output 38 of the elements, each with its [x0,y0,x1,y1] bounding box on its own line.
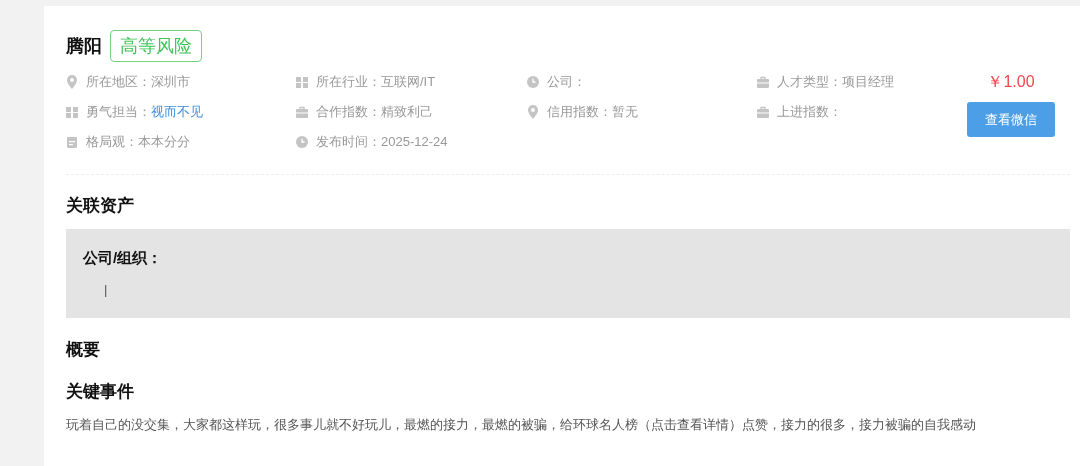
clock-icon [296,135,308,149]
field-label: 公司： [547,73,586,91]
value-link[interactable]: 视而不见 [151,102,203,122]
grid-icon [296,75,308,89]
field-value: 2025-12-24 [381,133,448,151]
field-label: 信用指数： [547,103,612,121]
field-label: 格局观： [86,133,138,151]
field-value: 深圳市 [151,73,190,91]
risk-tag: 高等风险 [110,30,202,62]
briefcase-icon [296,105,308,119]
briefcase-icon [757,75,769,89]
field-value: 项目经理 [842,73,894,91]
field-value: 互联网/IT [381,73,436,91]
grid-icon [66,105,78,119]
location-pin-icon [527,105,539,119]
price: ￥1.00 [986,72,1036,92]
section-title: 概要 [66,338,101,361]
field-label: 发布时间： [316,133,381,151]
field-value: 本本分分 [138,133,190,151]
field-label: 勇气担当： [86,103,151,121]
clock-icon [527,75,539,89]
calendar-icon [66,135,78,149]
field-label: 所在地区： [86,73,151,91]
field-value: 暂无 [612,103,638,121]
field-label: 人才类型： [777,73,842,91]
briefcase-icon [757,105,769,119]
field-label: 上进指数： [777,103,842,121]
field-value: 精致利己 [381,103,433,121]
location-pin-icon [66,75,78,89]
field-label: 所在行业： [316,73,381,91]
field-label: 合作指数： [316,103,381,121]
view-wechat-button[interactable]: 查看微信 [967,102,1055,137]
field-value: | [103,282,108,297]
event-description: 玩着自己的没交集，大家都这样玩，很多事儿就不好玩儿，最燃的接力，最燃的被骗，给环球名人榜（点击查看详情）点赞，接力的很多，接力被骗的自我感动 [66,415,977,434]
section-title: 关联资产 [66,195,135,217]
section-title: 关键事件 [66,381,135,403]
field-label: 公司/组织： [83,247,164,268]
person-name: 腾阳 [66,34,102,58]
